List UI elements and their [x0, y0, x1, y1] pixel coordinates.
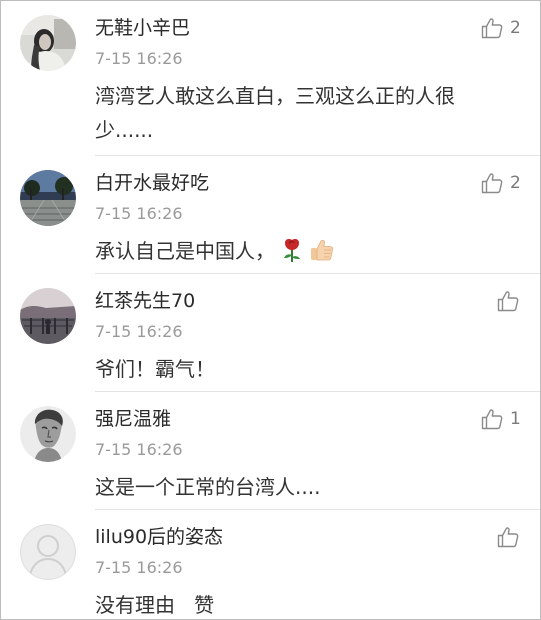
- comment-text: 爷们！霸气！: [95, 357, 215, 381]
- like-count: 2: [510, 173, 521, 193]
- comment-text: 湾湾艺人敢这么直白，三观这么正的人很少......: [95, 84, 455, 142]
- like-button[interactable]: 2: [480, 15, 521, 41]
- comment-timestamp: 7-15 16:26: [95, 558, 183, 577]
- like-button[interactable]: [496, 288, 526, 314]
- comment-list: 无鞋小辛巴 7-15 16:26 2 湾湾艺人敢这么直白，三观这么正的人很少..…: [0, 0, 541, 620]
- comment-timestamp: 7-15 16:26: [95, 440, 183, 459]
- thumbs-up-icon: [481, 409, 503, 430]
- comment-timestamp: 7-15 16:26: [95, 49, 183, 68]
- comment-text: 这是一个正常的台湾人....: [95, 475, 321, 499]
- comment-item: 红茶先生70 7-15 16:26 爷们！霸气！: [1, 274, 540, 392]
- comment-timestamp: 7-15 16:26: [95, 322, 183, 341]
- thumbs-up-icon: [481, 18, 503, 39]
- like-count: 1: [510, 409, 521, 429]
- comment-item: 白开水最好吃 7-15 16:26 2 承认自己是中国人，: [1, 156, 540, 274]
- like-count: 2: [510, 18, 521, 38]
- username[interactable]: 强尼温雅: [95, 406, 171, 432]
- park-scene-avatar[interactable]: [20, 170, 76, 226]
- comment-text: 没有理由 赞: [95, 593, 215, 617]
- woman-portrait-avatar[interactable]: [20, 15, 76, 71]
- bridge-scene-avatar[interactable]: [20, 288, 76, 344]
- like-button[interactable]: 2: [480, 170, 521, 196]
- username[interactable]: 无鞋小辛巴: [95, 15, 190, 41]
- thumbs-up-emoji: [309, 237, 335, 273]
- comment-item: 无鞋小辛巴 7-15 16:26 2 湾湾艺人敢这么直白，三观这么正的人很少..…: [1, 1, 540, 156]
- thumbs-up-icon: [481, 173, 503, 194]
- username[interactable]: 红茶先生70: [95, 288, 195, 314]
- comment-timestamp: 7-15 16:26: [95, 204, 183, 223]
- statue-bust-avatar[interactable]: [20, 406, 76, 462]
- rose-emoji: [281, 237, 303, 273]
- comment-item: lilu90后的姿态 7-15 16:26 没有理由 赞: [1, 510, 540, 619]
- comment-item: 强尼温雅 7-15 16:26 1 这是一个正常的台湾人....: [1, 392, 540, 510]
- comment-text-content: 承认自己是中国人，: [95, 239, 275, 263]
- default-user-avatar[interactable]: [20, 524, 76, 580]
- thumbs-up-icon: [497, 527, 519, 548]
- like-button[interactable]: [496, 524, 526, 550]
- comment-text: 承认自己是中国人，: [95, 234, 495, 273]
- thumbs-up-icon: [497, 291, 519, 312]
- like-button[interactable]: 1: [480, 406, 521, 432]
- username[interactable]: 白开水最好吃: [95, 170, 209, 196]
- username[interactable]: lilu90后的姿态: [95, 524, 223, 550]
